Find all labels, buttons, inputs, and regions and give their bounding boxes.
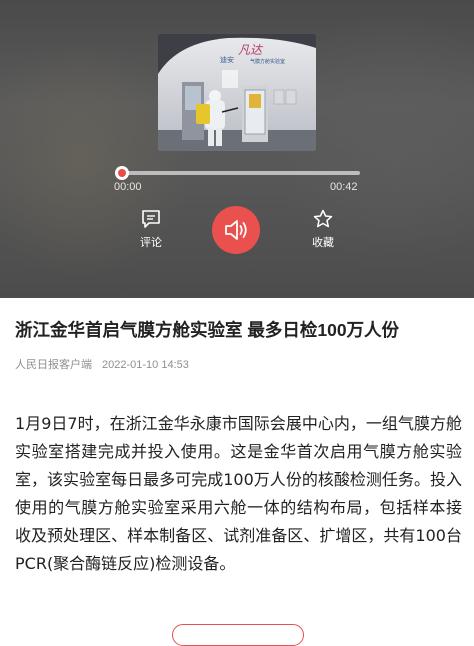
sign-text-dian: 迪安 bbox=[220, 55, 234, 64]
sign-text-brand: 凡达 bbox=[238, 43, 264, 57]
article-body: 1月9日7时，在浙江金华永康市国际会展中心内，一组气膜方舱实验室搭建完成并投入使… bbox=[15, 414, 462, 573]
favorite-button[interactable]: 收藏 bbox=[298, 208, 348, 250]
total-time: 00:42 bbox=[330, 181, 358, 193]
article-title: 浙江金华首启气膜方舱实验室 最多日检100万人份 bbox=[15, 320, 400, 340]
bottom-action-button[interactable] bbox=[172, 624, 304, 646]
comment-icon bbox=[142, 210, 160, 228]
star-icon bbox=[313, 209, 333, 228]
comment-label: 评论 bbox=[140, 236, 162, 249]
article-meta: 人民日报客户端 2022-01-10 14:53 bbox=[15, 356, 189, 372]
progress-handle[interactable] bbox=[115, 166, 129, 180]
audio-player: 迪安 凡达 气膜方舱实验室 00:00 00:42 评论 收藏 bbox=[0, 0, 474, 298]
audio-play-button[interactable] bbox=[212, 206, 260, 254]
speaker-icon bbox=[225, 220, 247, 240]
current-time: 00:00 bbox=[114, 181, 142, 193]
article-source[interactable]: 人民日报客户端 bbox=[15, 359, 92, 371]
progress-bar[interactable] bbox=[121, 171, 360, 175]
sign-text-lab: 气膜方舱实验室 bbox=[250, 58, 285, 65]
comment-button[interactable]: 评论 bbox=[126, 208, 176, 250]
article-date: 2022-01-10 14:53 bbox=[102, 359, 189, 371]
video-thumbnail[interactable]: 迪安 凡达 气膜方舱实验室 bbox=[158, 34, 316, 151]
lab-photo-image: 迪安 凡达 气膜方舱实验室 bbox=[158, 34, 316, 151]
favorite-label: 收藏 bbox=[312, 236, 334, 249]
